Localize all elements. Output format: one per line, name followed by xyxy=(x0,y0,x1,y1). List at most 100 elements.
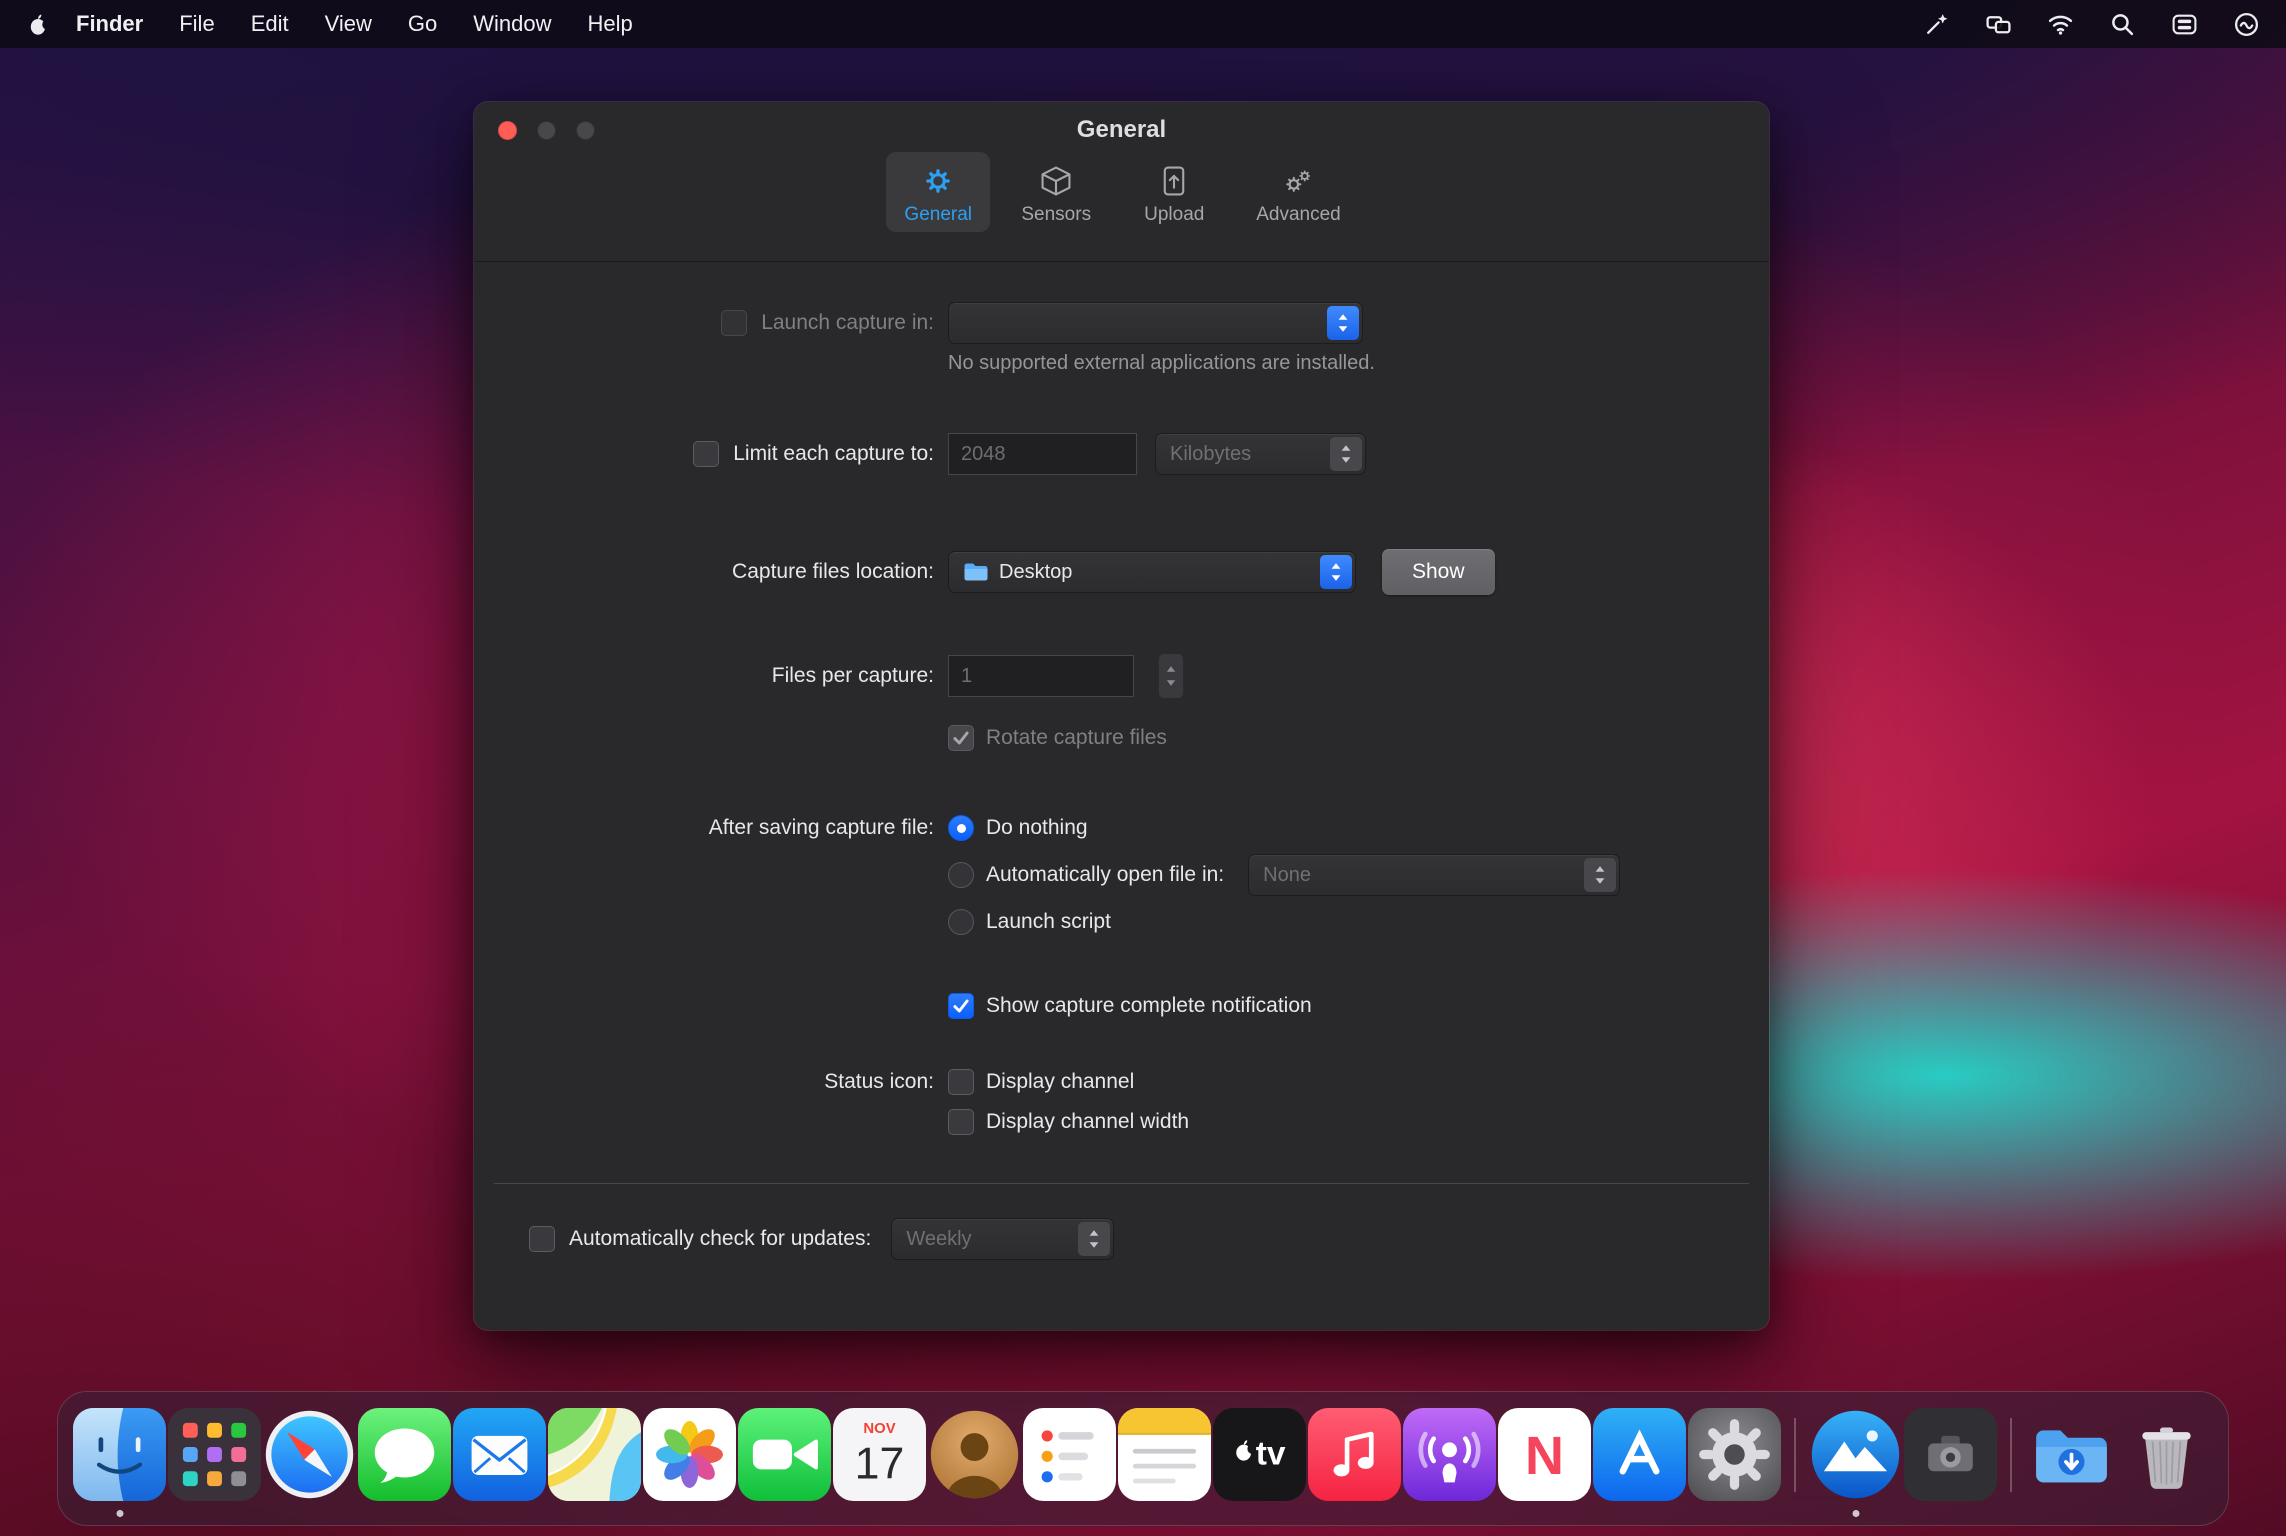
dock-facetime-icon[interactable] xyxy=(738,1408,831,1501)
dock-music-icon[interactable] xyxy=(1308,1408,1401,1501)
dock-notes-icon[interactable] xyxy=(1118,1408,1211,1501)
dock-photos-icon[interactable] xyxy=(643,1408,736,1501)
gear-icon xyxy=(926,169,950,193)
dock-trash-icon[interactable] xyxy=(2120,1408,2213,1501)
rotate-row: Rotate capture files xyxy=(474,725,1769,751)
dock-contacts-icon[interactable] xyxy=(928,1408,1021,1501)
wand-icon[interactable] xyxy=(1922,10,1950,38)
calendar-month: NOV xyxy=(863,1421,895,1437)
dock-system-preferences-icon[interactable] xyxy=(1688,1408,1781,1501)
dock-maps-icon[interactable] xyxy=(548,1408,641,1501)
open-in-value: None xyxy=(1263,863,1311,886)
updates-checkbox[interactable] xyxy=(529,1226,555,1252)
launch-capture-popup[interactable] xyxy=(948,302,1363,344)
upload-doc-icon xyxy=(1163,166,1185,196)
limit-size-field[interactable]: 2048 xyxy=(948,433,1137,475)
displays-icon[interactable] xyxy=(1984,10,2012,38)
notification-label: Show capture complete notification xyxy=(986,994,1312,1017)
zoom-button[interactable] xyxy=(576,121,595,140)
radio-button[interactable] xyxy=(948,909,974,935)
wifi-icon[interactable] xyxy=(2046,10,2074,38)
preferences-window: General General Sensors Upload Advanced … xyxy=(474,102,1769,1330)
files-per-capture-value: 1 xyxy=(961,664,973,687)
dock-mail-icon[interactable] xyxy=(453,1408,546,1501)
stepper-arrows-icon xyxy=(1166,666,1176,686)
menu-item-go[interactable]: Go xyxy=(390,0,455,48)
limit-unit-popup[interactable]: Kilobytes xyxy=(1155,433,1366,475)
notification-row: Show capture complete notification xyxy=(474,993,1769,1019)
open-in-popup[interactable]: None xyxy=(1248,854,1621,896)
minimize-button[interactable] xyxy=(537,121,556,140)
radio-button[interactable] xyxy=(948,862,974,888)
dock-safari-icon[interactable] xyxy=(263,1408,356,1501)
files-per-capture-label: Files per capture: xyxy=(771,664,934,687)
radio-button[interactable] xyxy=(948,815,974,841)
limit-unit-value: Kilobytes xyxy=(1170,442,1252,465)
updates-row: Automatically check for updates: Weekly xyxy=(474,1218,1769,1260)
gears-icon xyxy=(1286,170,1311,192)
rotate-checkbox[interactable] xyxy=(948,725,974,751)
no-apps-note: No supported external applications are i… xyxy=(948,352,1375,374)
title-bar: General General Sensors Upload Advanced xyxy=(474,102,1769,262)
dock-capture-app-icon[interactable] xyxy=(1809,1408,1902,1517)
apple-menu[interactable] xyxy=(26,12,50,36)
dock-utility-app-icon[interactable] xyxy=(1904,1408,1997,1501)
search-icon[interactable] xyxy=(2108,10,2136,38)
files-stepper[interactable] xyxy=(1158,653,1184,699)
apple-logo-icon xyxy=(30,14,46,35)
location-popup[interactable]: Desktop xyxy=(948,551,1356,593)
launch-capture-checkbox[interactable] xyxy=(721,310,748,336)
dock-separator xyxy=(1794,1417,1796,1492)
menu-item-finder[interactable]: Finder xyxy=(58,0,161,48)
popup-stepper-icon xyxy=(1584,858,1617,892)
tab-upload[interactable]: Upload xyxy=(1122,152,1226,232)
limit-capture-label: Limit each capture to: xyxy=(733,442,934,465)
display-channel-width-option[interactable]: Display channel width xyxy=(948,1107,1189,1137)
dock-finder-icon[interactable] xyxy=(73,1408,166,1517)
limit-capture-checkbox[interactable] xyxy=(693,441,720,467)
radio-open-file-in[interactable]: Automatically open file in: None xyxy=(948,854,1621,896)
check-icon xyxy=(953,731,969,745)
radio-label: Do nothing xyxy=(986,816,1088,839)
notification-checkbox[interactable] xyxy=(948,993,974,1019)
radio-launch-script[interactable]: Launch script xyxy=(948,905,1111,939)
files-per-capture-field[interactable]: 1 xyxy=(948,655,1134,697)
menu-item-file[interactable]: File xyxy=(161,0,232,48)
menu-item-window[interactable]: Window xyxy=(455,0,569,48)
dock-calendar-icon[interactable]: NOV 17 xyxy=(833,1408,926,1501)
menu-item-edit[interactable]: Edit xyxy=(233,0,307,48)
dock-reminders-icon[interactable] xyxy=(1023,1408,1116,1501)
location-label: Capture files location: xyxy=(732,560,934,583)
control-center-icon[interactable] xyxy=(2170,10,2198,38)
updates-popup[interactable]: Weekly xyxy=(891,1218,1115,1260)
launch-capture-label: Launch capture in: xyxy=(761,311,934,334)
dock-podcasts-icon[interactable] xyxy=(1403,1408,1496,1501)
tab-sensors[interactable]: Sensors xyxy=(1004,152,1108,232)
after-saving-label: After saving capture file: xyxy=(708,816,934,839)
updates-value: Weekly xyxy=(906,1227,972,1250)
show-button-label: Show xyxy=(1412,560,1465,583)
status-icon-label: Status icon: xyxy=(824,1070,934,1093)
dock-messages-icon[interactable] xyxy=(358,1408,451,1501)
running-indicator xyxy=(116,1510,123,1517)
dock-news-icon[interactable]: N xyxy=(1498,1408,1591,1501)
display-channel-option[interactable]: Display channel xyxy=(948,1067,1134,1097)
menu-item-view[interactable]: View xyxy=(307,0,390,48)
menu-item-help[interactable]: Help xyxy=(570,0,651,48)
display-channel-checkbox[interactable] xyxy=(948,1069,974,1095)
tab-advanced[interactable]: Advanced xyxy=(1240,152,1357,232)
dock-tv-icon[interactable]: tv xyxy=(1213,1408,1306,1501)
tab-general[interactable]: General xyxy=(886,152,991,232)
close-button[interactable] xyxy=(498,121,517,140)
limit-capture-row: Limit each capture to: 2048 Kilobytes xyxy=(474,433,1769,475)
display-channel-width-checkbox[interactable] xyxy=(948,1109,974,1135)
show-button[interactable]: Show xyxy=(1382,549,1495,595)
updates-label: Automatically check for updates: xyxy=(569,1227,872,1250)
radio-do-nothing[interactable]: Do nothing xyxy=(948,811,1088,845)
dock-app-store-icon[interactable] xyxy=(1593,1408,1686,1501)
checkbox-label: Display channel width xyxy=(986,1110,1190,1133)
tab-label: Sensors xyxy=(1021,204,1092,225)
dock-downloads-icon[interactable] xyxy=(2025,1408,2118,1501)
dock-launchpad-icon[interactable] xyxy=(168,1408,261,1501)
siri-icon[interactable] xyxy=(2232,10,2260,38)
